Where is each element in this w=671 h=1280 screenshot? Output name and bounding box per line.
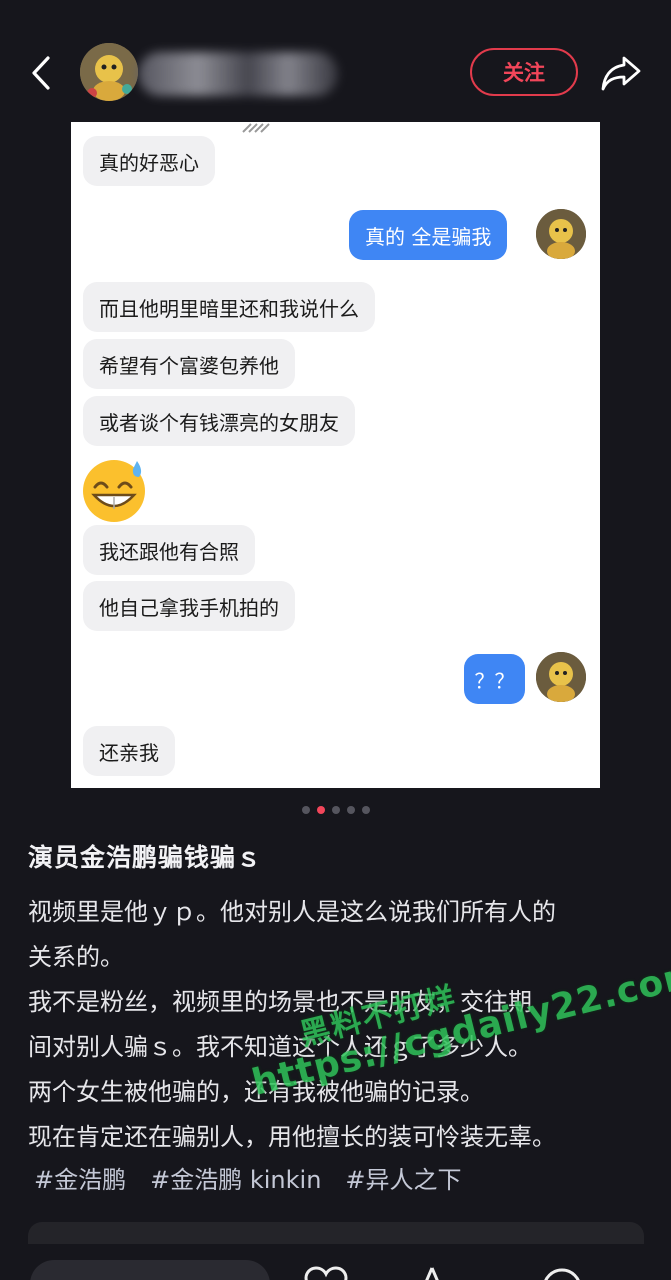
post-body: 视频里是他ｙｐ。他对别人是这么说我们所有人的 关系的。 我不是粉丝，视频里的场景… bbox=[28, 890, 648, 1160]
hashtag-link[interactable]: #异人之下 bbox=[345, 1160, 461, 1195]
carousel-dot[interactable] bbox=[346, 806, 355, 814]
carousel-dot[interactable] bbox=[301, 806, 310, 814]
chat-bubble-left: 我还跟他有合照 bbox=[83, 525, 255, 575]
like-button[interactable] bbox=[302, 1264, 350, 1280]
post-body-line: 视频里是他ｙｐ。他对别人是这么说我们所有人的 bbox=[28, 898, 556, 926]
carousel-dot[interactable] bbox=[361, 806, 370, 814]
chevron-left-icon bbox=[32, 56, 50, 90]
chat-bubble-right: ？？ bbox=[464, 654, 525, 704]
chat-bubble-left: 或者谈个有钱漂亮的女朋友 bbox=[83, 396, 355, 446]
share-icon bbox=[601, 56, 641, 91]
scribble-mark bbox=[242, 123, 270, 133]
comment-input[interactable] bbox=[30, 1260, 270, 1280]
collect-button[interactable] bbox=[408, 1264, 456, 1280]
post-body-line: 间对别人骗ｓ。我不知道这个人还ｇ了多少人。 bbox=[28, 1033, 532, 1061]
top-bar: 关注 bbox=[0, 0, 671, 118]
chat-bubble-left: 希望有个富婆包养他 bbox=[83, 339, 295, 389]
post-body-line: 关系的。 bbox=[28, 943, 124, 971]
chat-bubble-left: 而且他明里暗里还和我说什么 bbox=[83, 282, 375, 332]
follow-button[interactable]: 关注 bbox=[470, 48, 578, 96]
chat-bubble-left: 真的好恶心 bbox=[83, 136, 215, 186]
sender-avatar bbox=[536, 209, 586, 259]
hashtag-link[interactable]: #金浩鹏 kinkin bbox=[150, 1160, 321, 1195]
comment-button[interactable] bbox=[538, 1264, 586, 1280]
carousel-dot-active[interactable] bbox=[316, 806, 325, 814]
heart-icon bbox=[304, 1266, 348, 1280]
comment-bubble-icon bbox=[544, 1268, 580, 1280]
hashtag-link[interactable]: #金浩鹏 bbox=[34, 1160, 126, 1195]
post-title: 演员金浩鹏骗钱骗ｓ bbox=[28, 843, 263, 872]
chat-bubble-left: 他自己拿我手机拍的 bbox=[83, 581, 295, 631]
carousel-indicator bbox=[0, 806, 671, 814]
sweat-smile-emoji-icon bbox=[81, 455, 151, 525]
sender-avatar bbox=[536, 652, 586, 702]
author-avatar[interactable] bbox=[80, 43, 138, 101]
post-body-line: 现在肯定还在骗别人，用他擅长的装可怜装无辜。 bbox=[28, 1123, 556, 1151]
chat-bubble-left: 还亲我 bbox=[83, 726, 175, 776]
share-button[interactable] bbox=[598, 50, 644, 96]
star-icon bbox=[425, 1267, 439, 1280]
chat-bubble-right: 真的 全是骗我 bbox=[349, 210, 508, 260]
post-body-line: 我不是粉丝，视频里的场景也不是朋友，交往期 bbox=[28, 988, 532, 1016]
chat-screenshot-image[interactable]: 真的好恶心 真的 全是骗我 而且他明里暗里还和我说什么 希望有个富婆包养他 或者… bbox=[71, 122, 600, 788]
carousel-dot[interactable] bbox=[331, 806, 340, 814]
author-name-blurred[interactable] bbox=[138, 52, 338, 96]
post-body-line: 两个女生被他骗的，还有我被他骗的记录。 bbox=[28, 1078, 484, 1106]
back-button[interactable] bbox=[22, 48, 66, 98]
hashtag-list: #金浩鹏 #金浩鹏 kinkin #异人之下 bbox=[34, 1160, 462, 1195]
